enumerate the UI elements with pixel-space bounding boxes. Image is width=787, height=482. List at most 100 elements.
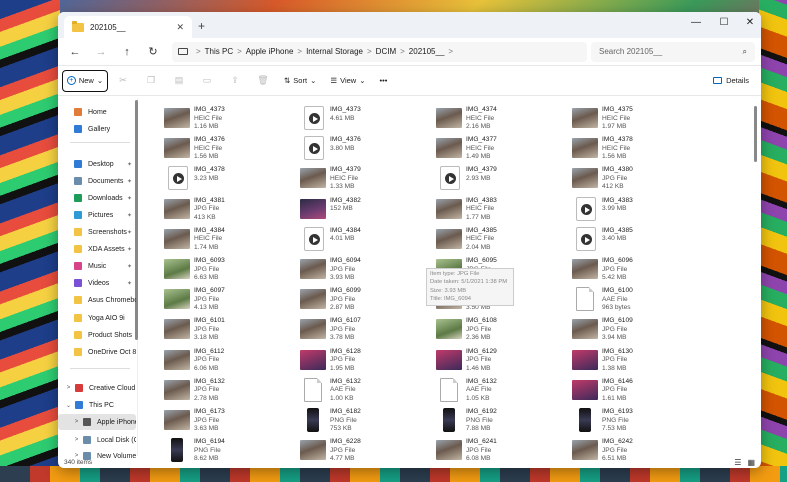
forward-arrow-icon[interactable]: →	[90, 41, 112, 63]
tab-close-icon[interactable]: ✕	[176, 22, 184, 33]
sidebar-item-yoga-aio-9i[interactable]: Yoga AIO 9i	[58, 310, 136, 326]
sidebar-item-onedrive-oct-8[interactable]: OneDrive Oct 8	[58, 344, 136, 360]
file-item[interactable]: IMG_4374 HEIC File 2.16 MB	[436, 106, 566, 134]
breadcrumb-dcim[interactable]: DCIM	[376, 47, 396, 56]
file-item[interactable]: IMG_4382 152 MB	[300, 197, 430, 225]
file-item[interactable]: IMG_6097 JPG File 4.13 MB	[164, 287, 294, 315]
file-item[interactable]: IMG_4380 JPG File 412 KB	[572, 166, 702, 194]
file-item[interactable]: IMG_6100 AAE File 963 bytes	[572, 287, 702, 315]
file-item[interactable]: IMG_4378 HEIC File 1.56 MB	[572, 136, 702, 164]
search-input[interactable]: Search 202105__ ⌕	[591, 41, 755, 62]
breadcrumb-this-pc[interactable]: This PC	[205, 47, 233, 56]
file-item[interactable]: IMG_4384 HEIC File 1.74 MB	[164, 227, 294, 255]
file-item[interactable]: IMG_4379 2.93 MB	[436, 166, 566, 194]
sidebar-item-creative-cloud-files[interactable]: > Creative Cloud Files	[58, 380, 136, 396]
breadcrumb-apple-iphone[interactable]: Apple iPhone	[246, 47, 294, 56]
file-item[interactable]: IMG_4377 HEIC File 1.49 MB	[436, 136, 566, 164]
file-item[interactable]: IMG_4373 HEIC File 1.16 MB	[164, 106, 294, 134]
file-item[interactable]: IMG_6146 JPG File 1.61 MB	[572, 378, 702, 406]
file-item[interactable]: IMG_6101 JPG File 3.18 MB	[164, 317, 294, 345]
image-thumbnail	[572, 349, 598, 370]
sidebar-item-product-shots[interactable]: Product Shots	[58, 327, 136, 343]
sort-button[interactable]: ⇅ Sort ⌄	[278, 70, 322, 92]
file-item[interactable]: IMG_4375 HEIC File 1.97 MB	[572, 106, 702, 134]
file-item[interactable]: IMG_6099 JPG File 2.87 MB	[300, 287, 430, 315]
file-item[interactable]: IMG_6128 JPG File 1.95 MB	[300, 348, 430, 376]
sidebar-item-pictures[interactable]: Pictures ✦	[58, 207, 136, 223]
file-item[interactable]: IMG_6109 JPG File 3.94 MB	[572, 317, 702, 345]
file-item[interactable]: IMG_4381 JPG File 413 KB	[164, 197, 294, 225]
share-icon[interactable]: ⇪	[222, 70, 248, 92]
file-item[interactable]: IMG_6182 PNG File 753 KB	[300, 408, 430, 436]
tiles-view-icon[interactable]: ▦	[747, 458, 755, 467]
file-name: IMG_6132	[466, 377, 497, 385]
file-item[interactable]: IMG_6108 JPG File 2.36 MB	[436, 317, 566, 345]
file-item[interactable]: IMG_4384 4.01 MB	[300, 226, 430, 255]
paste-icon[interactable]: ▤	[166, 70, 192, 92]
file-item[interactable]: IMG_4383 3.99 MB	[572, 196, 702, 225]
delete-icon[interactable]: 🗑	[250, 70, 276, 92]
details-button[interactable]: Details	[713, 76, 757, 85]
sidebar-item-music[interactable]: Music ✦	[58, 258, 136, 274]
sidebar-item-downloads[interactable]: Downloads ✦	[58, 190, 136, 206]
breadcrumb[interactable]: > This PC > Apple iPhone > Internal Stor…	[172, 41, 587, 62]
file-item[interactable]: IMG_4383 HEIC File 1.77 MB	[436, 197, 566, 225]
breadcrumb-202105[interactable]: 202105__	[409, 47, 445, 56]
rename-icon[interactable]: ▭	[194, 70, 220, 92]
file-item[interactable]: IMG_6192 PNG File 7.88 MB	[436, 408, 566, 436]
chevron-right-icon[interactable]: >	[64, 385, 73, 391]
file-item[interactable]: IMG_4385 3.40 MB	[572, 226, 702, 255]
up-arrow-icon[interactable]: ↑	[116, 41, 138, 63]
file-item[interactable]: IMG_6130 JPG File 1.38 MB	[572, 348, 702, 376]
maximize-button[interactable]: ☐	[710, 12, 738, 32]
sidebar-item-home[interactable]: Home	[58, 104, 136, 120]
file-item[interactable]: IMG_6107 JPG File 3.78 MB	[300, 317, 430, 345]
file-item[interactable]: IMG_4376 HEIC File 1.56 MB	[164, 136, 294, 164]
file-item[interactable]: IMG_4378 3.23 MB	[164, 166, 294, 194]
chevron-down-icon[interactable]: ⌄	[64, 402, 73, 409]
file-item[interactable]: IMG_6173 JPG File 3.63 MB	[164, 408, 294, 436]
file-item[interactable]: IMG_6129 JPG File 1.46 MB	[436, 348, 566, 376]
new-tab-button[interactable]: +	[198, 19, 205, 33]
content-scrollbar[interactable]	[754, 106, 757, 162]
file-item[interactable]: IMG_6193 PNG File 7.53 MB	[572, 408, 702, 436]
copy-icon[interactable]: ❐	[138, 70, 164, 92]
new-button[interactable]: + New ⌄	[62, 69, 108, 92]
tab-202105[interactable]: 202105__ ✕	[64, 16, 192, 38]
sidebar-item-asus-chromebook[interactable]: Asus Chromebook	[58, 292, 136, 308]
file-item[interactable]: IMG_6094 JPG File 3.93 MB	[300, 257, 430, 285]
file-item[interactable]: IMG_6112 JPG File 6.06 MB	[164, 348, 294, 376]
sidebar-item-documents[interactable]: Documents ✦	[58, 173, 136, 189]
sidebar-item-label: Home	[88, 108, 107, 116]
file-item[interactable]: IMG_4385 HEIC File 2.04 MB	[436, 227, 566, 255]
file-item[interactable]: IMG_6132 AAE File 1.00 KB	[300, 377, 430, 406]
view-button[interactable]: ☰ View ⌄	[324, 70, 371, 92]
details-view-icon[interactable]: ☰	[734, 458, 741, 467]
sidebar-item-local-disk-c[interactable]: > Local Disk (C:)	[58, 432, 136, 448]
breadcrumb-internal-storage[interactable]: Internal Storage	[306, 47, 363, 56]
cut-icon[interactable]: ✂	[110, 70, 136, 92]
file-item[interactable]: IMG_6096 JPG File 5.42 MB	[572, 257, 702, 285]
sidebar-item-this-pc[interactable]: ⌄ This PC	[58, 397, 136, 413]
back-arrow-icon[interactable]: ←	[64, 41, 86, 63]
file-name: IMG_6173	[194, 408, 225, 415]
file-item[interactable]: IMG_6132 JPG File 2.78 MB	[164, 378, 294, 406]
file-item[interactable]: IMG_4376 3.80 MB	[300, 136, 430, 164]
sidebar-item-screenshots[interactable]: Screenshots ✦	[58, 224, 136, 240]
sidebar-item-videos[interactable]: Videos ✦	[58, 275, 136, 291]
file-item[interactable]: IMG_4373 4.61 MB	[300, 106, 430, 134]
chevron-right-icon[interactable]: >	[72, 419, 81, 425]
sidebar-item-xda-assets[interactable]: XDA Assets ✦	[58, 241, 136, 257]
close-button[interactable]: ✕	[736, 12, 761, 32]
more-options-button[interactable]: •••	[374, 70, 394, 92]
minimize-button[interactable]: —	[682, 12, 710, 32]
file-item[interactable]: IMG_6093 JPG File 6.63 MB	[164, 257, 294, 285]
refresh-icon[interactable]: ↻	[142, 41, 164, 63]
chevron-right-icon[interactable]: >	[72, 437, 81, 443]
sidebar-item-apple-iphone[interactable]: > Apple iPhone	[58, 414, 136, 430]
sidebar-item-desktop[interactable]: Desktop ✦	[58, 156, 136, 172]
sidebar-item-gallery[interactable]: Gallery	[58, 121, 136, 137]
file-item[interactable]: IMG_4379 HEIC File 1.33 MB	[300, 166, 430, 194]
file-item[interactable]: IMG_6132 AAE File 1.05 KB	[436, 377, 566, 406]
sidebar-item-label: Product Shots	[88, 331, 132, 339]
